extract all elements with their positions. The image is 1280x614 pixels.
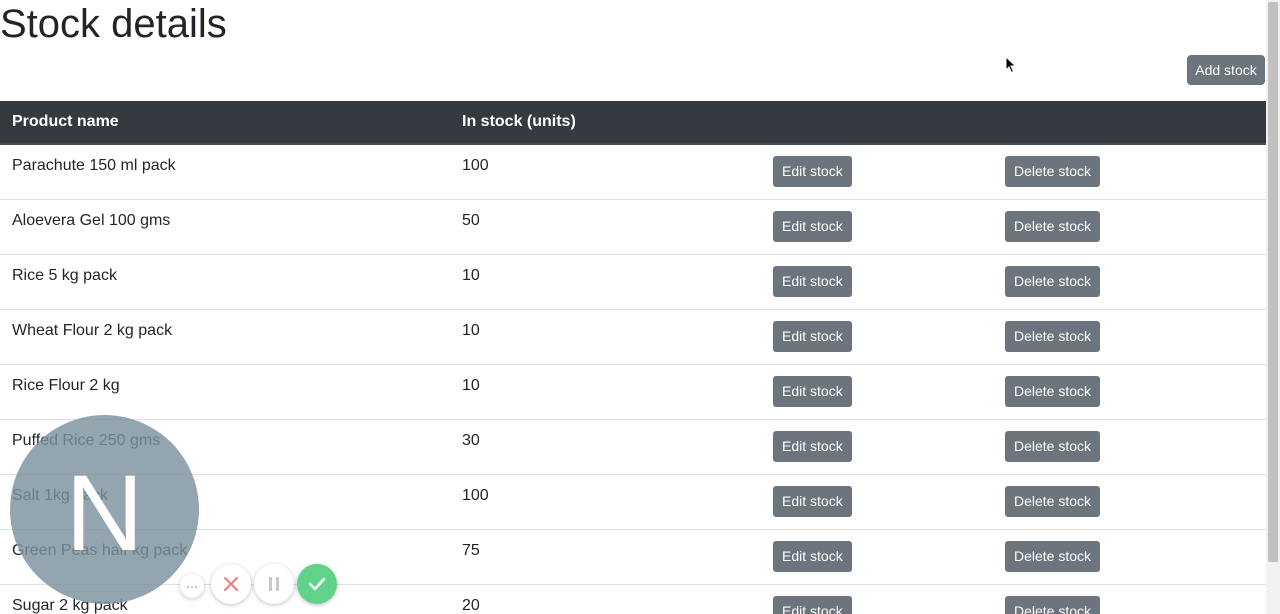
product-name-cell: Aloevera Gel 100 gms [0, 198, 450, 254]
overlay-letter: N [65, 451, 144, 573]
close-button[interactable] [211, 564, 251, 604]
delete-cell: Delete stock [993, 144, 1266, 199]
delete-stock-button[interactable]: Delete stock [1005, 375, 1101, 407]
table-row: Rice Flour 2 kg 10 Edit stock Delete stock [0, 363, 1266, 419]
pause-button[interactable] [254, 564, 294, 604]
more-icon: ··· [186, 579, 198, 593]
edit-cell: Edit stock [761, 144, 993, 199]
table-row: Wheat Flour 2 kg pack 10 Edit stock Delete … [0, 308, 1266, 364]
header-delete [993, 101, 1266, 145]
confirm-button[interactable] [297, 564, 337, 604]
delete-cell: Delete stock [993, 253, 1266, 309]
header-in-stock: In stock (units) [450, 101, 761, 145]
edit-stock-button[interactable]: Edit stock [773, 430, 852, 462]
edit-cell: Edit stock [761, 253, 993, 309]
product-name-cell: Rice Flour 2 kg [0, 363, 450, 419]
edit-stock-button[interactable]: Edit stock [773, 540, 852, 572]
scrollbar-thumb[interactable] [1268, 2, 1278, 562]
add-stock-button[interactable]: Add stock [1187, 55, 1265, 85]
delete-cell: Delete stock [993, 198, 1266, 254]
delete-cell: Delete stock [993, 473, 1266, 529]
delete-stock-button[interactable]: Delete stock [1005, 156, 1101, 187]
table-row: Rice 5 kg pack 10 Edit stock Delete stock [0, 253, 1266, 309]
delete-stock-button[interactable]: Delete stock [1005, 595, 1101, 614]
header-product-name: Product name [0, 101, 450, 145]
check-icon [308, 577, 326, 591]
cursor-icon [1005, 56, 1017, 74]
stock-count-cell: 100 [450, 473, 761, 529]
overlay-avatar: N [10, 415, 199, 604]
edit-cell: Edit stock [761, 418, 993, 474]
delete-cell: Delete stock [993, 418, 1266, 474]
edit-stock-button[interactable]: Edit stock [773, 375, 852, 407]
stock-count-cell: 50 [450, 198, 761, 254]
stock-count-cell: 20 [450, 583, 761, 614]
delete-stock-button[interactable]: Delete stock [1005, 265, 1101, 297]
table-header-row: Product name In stock (units) [0, 101, 1266, 145]
edit-stock-button[interactable]: Edit stock [773, 156, 852, 187]
delete-cell: Delete stock [993, 308, 1266, 364]
pause-icon [269, 577, 279, 591]
edit-stock-button[interactable]: Edit stock [773, 210, 852, 242]
stock-count-cell: 10 [450, 253, 761, 309]
product-name-cell: Parachute 150 ml pack [12, 157, 176, 174]
product-name-cell: Rice 5 kg pack [0, 253, 450, 309]
edit-cell: Edit stock [761, 363, 993, 419]
edit-cell: Edit stock [761, 528, 993, 584]
stock-count-cell: 30 [450, 418, 761, 474]
header-edit [761, 101, 993, 145]
delete-stock-button[interactable]: Delete stock [1005, 430, 1101, 462]
edit-cell: Edit stock [761, 308, 993, 364]
edit-stock-button[interactable]: Edit stock [773, 595, 852, 614]
delete-stock-button[interactable]: Delete stock [1005, 210, 1101, 242]
edit-stock-button[interactable]: Edit stock [773, 265, 852, 297]
more-button[interactable]: ··· [180, 574, 204, 598]
edit-stock-button[interactable]: Edit stock [773, 485, 852, 517]
close-icon [224, 577, 238, 591]
edit-cell: Edit stock [761, 473, 993, 529]
table-row: Puffed Rice 250 gms30Edit stockDelete st… [0, 418, 1266, 474]
edit-cell: Edit stock [761, 198, 993, 254]
stock-count-cell: 10 [450, 308, 761, 364]
edit-stock-button[interactable]: Edit stock [773, 320, 852, 352]
delete-stock-button[interactable]: Delete stock [1005, 320, 1101, 352]
delete-stock-button[interactable]: Delete stock [1005, 540, 1101, 572]
table-row: Parachute 150 ml pack 100 Edit stock Delete… [0, 144, 1266, 199]
edit-cell: Edit stock [761, 583, 993, 614]
stock-count-cell: 100 [462, 157, 489, 174]
delete-stock-button[interactable]: Delete stock [1005, 485, 1101, 517]
table-row: Aloevera Gel 100 gms 50 Edit stock Delete s… [0, 198, 1266, 254]
delete-cell: Delete stock [993, 583, 1266, 614]
stock-count-cell: 10 [450, 363, 761, 419]
product-name-cell: Wheat Flour 2 kg pack [0, 308, 450, 364]
delete-cell: Delete stock [993, 363, 1266, 419]
delete-cell: Delete stock [993, 528, 1266, 584]
stock-count-cell: 75 [450, 528, 761, 584]
vertical-scrollbar[interactable] [1266, 0, 1280, 614]
page-title: Stock details [0, 2, 227, 46]
